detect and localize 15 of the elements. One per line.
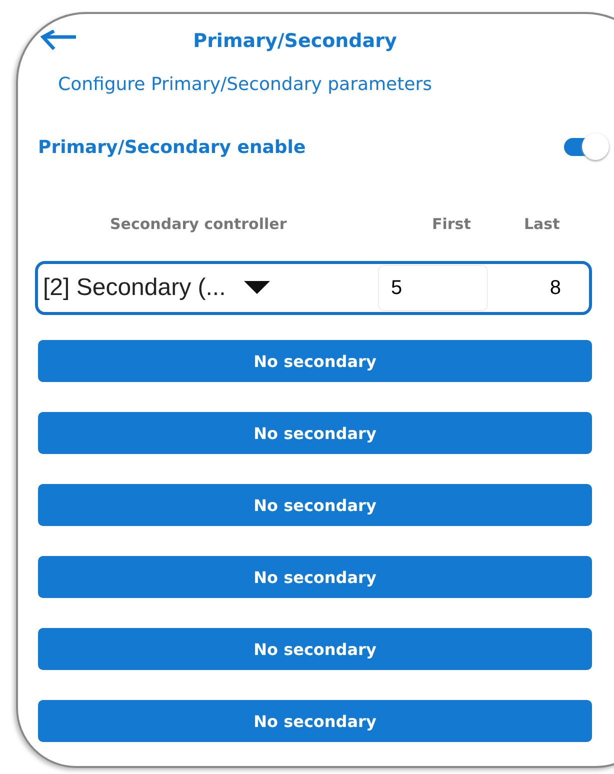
no-secondary-button[interactable]: No secondary [38, 484, 592, 526]
screen-title: Primary/Secondary [193, 30, 397, 52]
no-secondary-button[interactable]: No secondary [38, 340, 592, 382]
first-field[interactable]: 5 [378, 265, 488, 311]
no-secondary-button[interactable]: No secondary [38, 700, 592, 742]
no-secondary-button[interactable]: No secondary [38, 412, 592, 454]
enable-label: Primary/Secondary enable [38, 136, 306, 158]
controller-dropdown[interactable]: [2] Secondary (... [38, 274, 378, 302]
no-secondary-button[interactable]: No secondary [38, 556, 592, 598]
last-field[interactable]: 8 [488, 276, 589, 300]
column-header: Secondary controller [110, 215, 288, 233]
column-header: First [432, 215, 472, 233]
no-secondary-button[interactable]: No secondary [38, 628, 592, 670]
column-header: Last [524, 215, 560, 233]
subtitle: Configure Primary/Secondary parameters [58, 74, 434, 95]
